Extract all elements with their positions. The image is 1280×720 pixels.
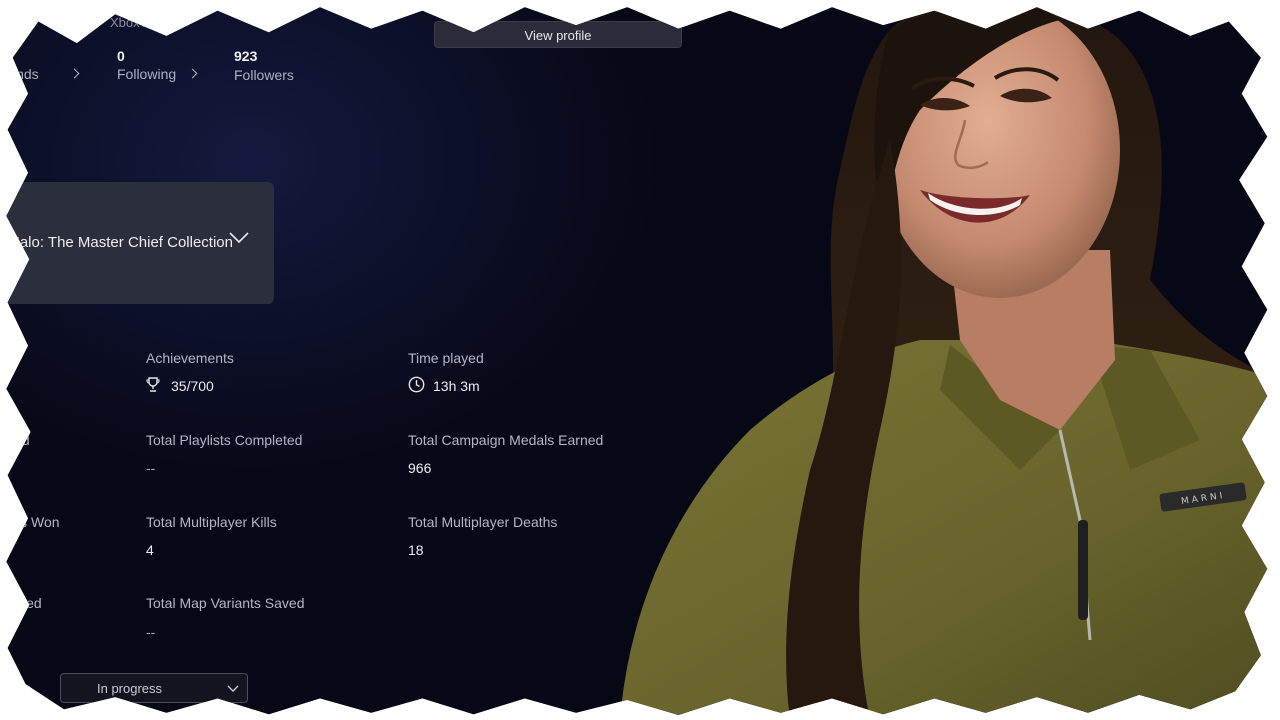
multiplayer-kills-value: 4: [146, 542, 154, 558]
map-variants-label: Total Map Variants Saved: [146, 595, 305, 611]
person-photo: MARNI: [620, 7, 1268, 715]
games-won-label: Games Won: [0, 514, 60, 530]
saved-label: Saved: [2, 595, 42, 611]
multiplayer-deaths-label: Total Multiplayer Deaths: [408, 514, 558, 530]
map-variants-value: --: [146, 624, 156, 640]
following-count: 0: [117, 48, 125, 64]
time-played-value: 13h 3m: [433, 378, 480, 394]
app-title: Xbox App: [110, 15, 166, 30]
time-played-label: Time played: [408, 350, 484, 366]
playlists-completed-label: Total Playlists Completed: [146, 432, 303, 448]
campaign-medals-label: Total Campaign Medals Earned: [408, 432, 604, 448]
campaign-medals-value: 966: [408, 460, 432, 476]
multiplayer-deaths-value: 18: [408, 542, 424, 558]
achievements-label: Achievements: [146, 350, 234, 366]
followers-link[interactable]: Followers: [234, 67, 294, 83]
clock-icon: [408, 376, 425, 393]
chevron-right-icon: [187, 68, 198, 79]
following-link[interactable]: Following: [117, 66, 176, 82]
friends-link[interactable]: Friends: [6, 66, 38, 82]
app-screenshot: Xbox App View profile Friends 0 Followin…: [0, 7, 1268, 715]
trophy-icon: [146, 377, 160, 393]
completed-label: Completed: [0, 432, 30, 448]
game-selector-dropdown[interactable]: Halo: The Master Chief Collection: [6, 182, 274, 304]
followers-count: 923: [234, 48, 258, 64]
chevron-down-icon: [227, 683, 239, 693]
multiplayer-kills-label: Total Multiplayer Kills: [146, 514, 277, 530]
game-selector-label: Halo: The Master Chief Collection: [9, 234, 233, 251]
playlists-completed-value: --: [146, 460, 156, 476]
progress-filter-label: In progress: [97, 681, 163, 696]
chevron-down-icon: [228, 226, 250, 248]
progress-filter-dropdown[interactable]: In progress: [60, 673, 248, 703]
chevron-right-icon: [69, 68, 80, 79]
achievements-value: 35/700: [171, 378, 214, 394]
